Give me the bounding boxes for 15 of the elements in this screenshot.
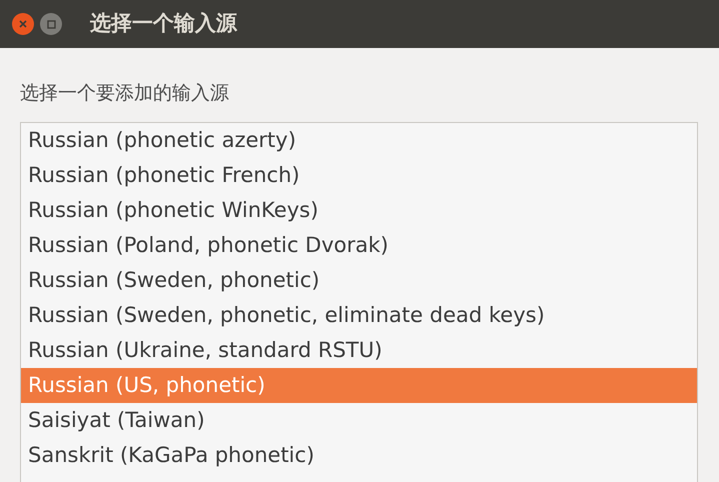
list-item[interactable]: Russian (Sweden, phonetic) bbox=[21, 263, 697, 298]
list-item[interactable]: Russian (Ukraine, standard RSTU) bbox=[21, 333, 697, 368]
window-title: 选择一个输入源 bbox=[90, 10, 237, 38]
list-item[interactable]: Russian (phonetic azerty) bbox=[21, 123, 697, 158]
list-item[interactable]: Russian (Poland, phonetic Dvorak) bbox=[21, 228, 697, 263]
close-button[interactable] bbox=[12, 13, 34, 35]
list-item[interactable]: Sanskrit (KaGaPa phonetic) bbox=[21, 438, 697, 473]
list-item[interactable]: Russian (phonetic WinKeys) bbox=[21, 193, 697, 228]
close-icon bbox=[19, 20, 27, 28]
list-item[interactable]: Russian (Sweden, phonetic, eliminate dead keys) bbox=[21, 298, 697, 333]
prompt-label: 选择一个要添加的输入源 bbox=[20, 81, 230, 106]
list-item[interactable]: Russian (phonetic French) bbox=[21, 158, 697, 193]
list-item[interactable]: Saisiyat (Taiwan) bbox=[21, 403, 697, 438]
maximize-button[interactable] bbox=[40, 13, 62, 35]
maximize-icon bbox=[46, 20, 56, 28]
